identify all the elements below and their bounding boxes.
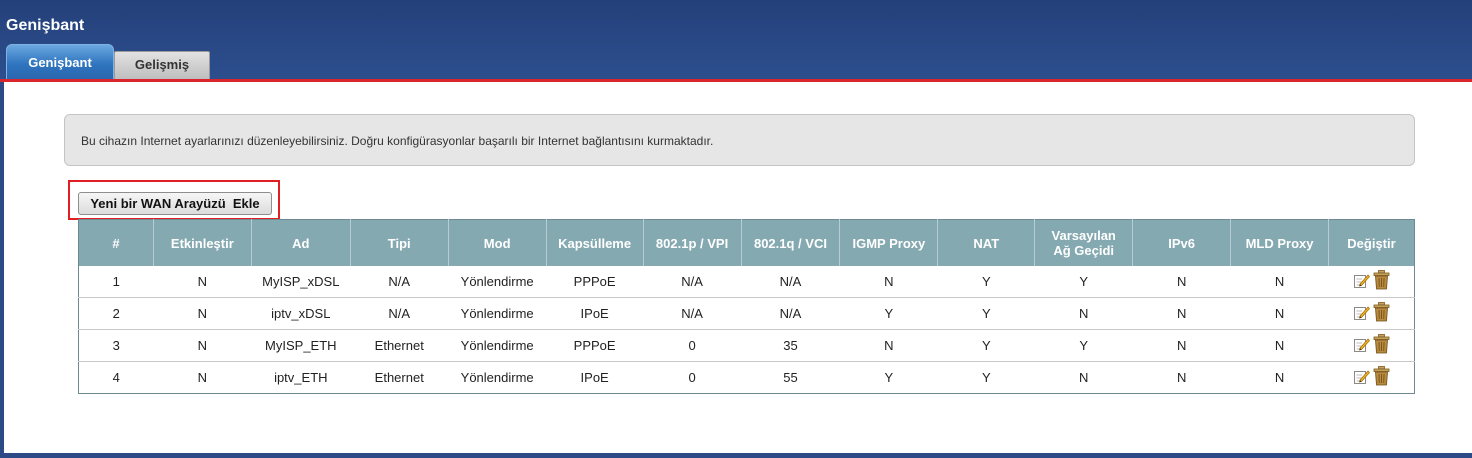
cell-igmp-proxy: Y [884, 370, 894, 385]
cell-enable: N [153, 266, 252, 298]
col-header: IPv6 [1132, 219, 1232, 266]
cell-default-gateway: N [1079, 370, 1089, 385]
cell-vci: N/A [741, 297, 840, 330]
cell-name: iptv_ETH [274, 370, 328, 385]
table-row: 2 Niptv_xDSL N/A Yönlendirme IPoE N/A N/A Y Y N N N [78, 297, 1415, 330]
col-header: Ad [251, 219, 351, 266]
col-header: # [78, 219, 154, 266]
cell-vpi: N/A [643, 297, 742, 330]
cell-enable: N [197, 370, 208, 385]
cell-ipv6: N [1132, 266, 1231, 298]
cell-mode: Yönlendirme [448, 297, 547, 330]
row-actions [1353, 334, 1390, 357]
col-header-text: Varsayılan Ağ Geçidi [1051, 228, 1116, 258]
edit-icon[interactable] [1353, 272, 1370, 292]
cell-actions [1328, 266, 1415, 298]
cell-mld-proxy: N [1230, 329, 1329, 362]
cell-enable: N [153, 329, 252, 362]
cell-mld-proxy: N [1230, 297, 1329, 330]
col-header: Tipi [350, 219, 449, 266]
cell-vci: 35 [741, 329, 840, 362]
trash-icon[interactable] [1373, 334, 1390, 357]
cell-index: 4 [112, 370, 120, 385]
cell-ipv6: N [1132, 329, 1231, 362]
cell-enable: N [153, 297, 252, 330]
cell-type: Ethernet [374, 370, 424, 385]
cell-actions [1328, 297, 1415, 330]
row-actions [1353, 302, 1390, 325]
col-header: IGMP Proxy [839, 219, 939, 266]
cell-default-gateway: N [1034, 297, 1133, 330]
col-header: Etkinleştir [153, 219, 252, 266]
col-header: NAT [937, 219, 1036, 266]
tab-genisbant[interactable]: Genişbant [6, 44, 114, 80]
tab-gelismis[interactable]: Gelişmiş [114, 51, 210, 80]
cell-encapsulation: PPPoE [546, 329, 644, 362]
cell-name: iptv_xDSL [251, 297, 351, 330]
cell-name: MyISP_ETH [251, 329, 351, 362]
trash-icon[interactable] [1373, 302, 1390, 325]
cell-nat: Y [937, 266, 1035, 298]
cell-igmp-proxy: Y [839, 297, 938, 330]
row-actions [1353, 270, 1390, 293]
row-actions [1353, 366, 1390, 389]
cell-encapsulation: PPPoE [546, 266, 644, 298]
trash-icon[interactable] [1373, 270, 1390, 293]
col-header: MLD Proxy [1230, 219, 1329, 266]
col-header: Varsayılan Ağ Geçidi [1034, 219, 1134, 266]
cell-actions [1328, 362, 1414, 394]
cell-igmp-proxy: N [839, 266, 938, 298]
cell-default-gateway: Y [1034, 266, 1133, 298]
cell-vpi: 0 [643, 329, 742, 362]
cell-encapsulation: IPoE [546, 297, 644, 330]
col-header: Mod [448, 219, 547, 266]
cell-nat: Y [981, 370, 991, 385]
cell-mld-proxy: N [1230, 266, 1329, 298]
cell-ipv6: N [1132, 297, 1231, 330]
main-content: Bu cihazın Internet ayarlarınızı düzenle… [4, 82, 1472, 453]
cell-vci: 55 [783, 370, 798, 385]
cell-mld-proxy: N [1274, 370, 1285, 385]
cell-igmp-proxy: N [839, 329, 938, 362]
info-box: Bu cihazın Internet ayarlarınızı düzenle… [64, 114, 1415, 166]
col-header: 802.1p / VPI [643, 219, 742, 266]
trash-icon[interactable] [1373, 366, 1390, 389]
col-header: Kapsülleme [546, 219, 644, 266]
cell-nat: Y [937, 329, 1035, 362]
cell-actions [1328, 329, 1415, 362]
cell-default-gateway: Y [1034, 329, 1133, 362]
cell-mode: Yönlendirme [448, 266, 547, 298]
cell-vpi: 0 [688, 370, 696, 385]
cell-ipv6: N [1176, 370, 1187, 385]
cell-nat: Y [937, 297, 1035, 330]
cell-type: Ethernet [350, 329, 449, 362]
table-row: 1 N MyISP_xDSL N/A Yönlendirme PPPoE N/A N/A N Y Y… [78, 266, 1415, 298]
col-header: Değiştir [1328, 219, 1415, 266]
page-title: Genişbant [6, 17, 85, 34]
cell-index: 3 [78, 329, 154, 362]
cell-vpi: N/A [643, 266, 742, 298]
footer-strip [0, 453, 1472, 458]
cell-mode: Yönlendirme [460, 370, 534, 385]
wan-interface-table: # Etkinleştir Ad Tipi Mod Kapsülleme 802… [78, 219, 1415, 394]
cell-index: 1 [78, 266, 154, 298]
table-header-row: # Etkinleştir Ad Tipi Mod Kapsülleme 802… [78, 219, 1415, 266]
edit-icon[interactable] [1353, 336, 1370, 356]
cell-vci: N/A [741, 266, 840, 298]
cell-mode: Yönlendirme [448, 329, 547, 362]
cell-index: 2 [78, 297, 154, 330]
info-text: Bu cihazın Internet ayarlarınızı düzenle… [81, 134, 714, 148]
app-header: Genişbant Genişbant Gelişmiş [0, 0, 1472, 82]
table-row: 4 Niptv_ETH Ethernet Yönlendirme IPoE 0 55 Y Y N N… [79, 362, 1415, 394]
col-header: 802.1q / VCI [741, 219, 841, 266]
table-row: 3 N MyISP_ETH Ethernet Yönlendirme PPPoE 0 35 N Y… [78, 329, 1415, 362]
edit-icon[interactable] [1353, 368, 1370, 388]
add-wan-interface-button[interactable]: Yeni bir WAN Arayüzü Ekle [78, 192, 272, 215]
edit-icon[interactable] [1353, 304, 1370, 324]
cell-type: N/A [350, 266, 449, 298]
cell-name: MyISP_xDSL [251, 266, 351, 298]
cell-type: N/A [350, 297, 449, 330]
cell-encapsulation: IPoE [580, 370, 609, 385]
